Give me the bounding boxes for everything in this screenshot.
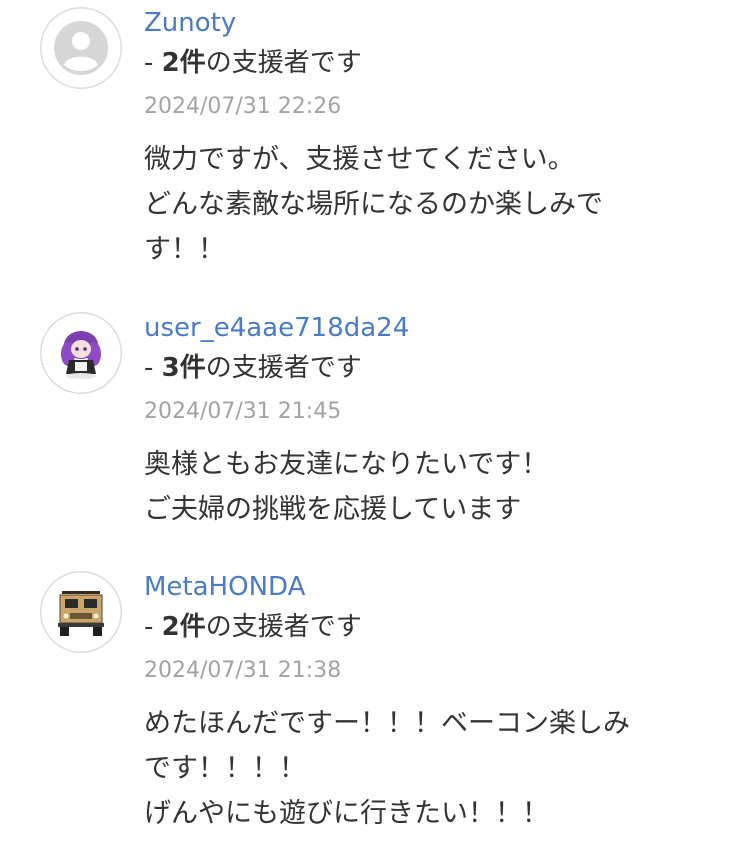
- comment-body: 微力ですが、支援させてください。 どんな素敵な場所になるのか楽しみで す！！: [144, 137, 704, 272]
- comment-line: ご夫婦の挑戦を応援しています: [144, 494, 522, 525]
- supporter-prefix: -: [144, 612, 162, 642]
- comment-content: Zunoty - 2件の支援者です 2024/07/31 22:26 微力ですが…: [144, 7, 734, 272]
- comment-date: 2024/07/31 21:45: [144, 399, 342, 424]
- default-user-icon: [42, 9, 120, 87]
- supporter-prefix: -: [144, 353, 162, 383]
- comment-line: です！！！！: [144, 753, 306, 784]
- supporter-prefix: -: [144, 48, 162, 78]
- comment-line: どんな素敵な場所になるのか楽しみで: [144, 189, 603, 220]
- supporter-info: - 2件の支援者です: [144, 47, 734, 79]
- comment-line: 奥様ともお友達になりたいです！: [144, 449, 549, 480]
- supporter-suffix: の支援者です: [205, 612, 362, 642]
- comment-line: 微力ですが、支援させてください。: [144, 144, 575, 175]
- supporter-suffix: の支援者です: [205, 48, 362, 78]
- username-link[interactable]: user_e4aae718da24: [144, 312, 409, 344]
- username-link[interactable]: MetaHONDA: [144, 571, 305, 603]
- supporter-count: 3件: [161, 353, 206, 383]
- comment-line: げんやにも遊びに行きたい！！！: [144, 798, 549, 829]
- comment-body: 奥様ともお友達になりたいです！ ご夫婦の挑戦を応援しています: [144, 442, 704, 532]
- avatar[interactable]: [40, 7, 122, 89]
- avatar[interactable]: [40, 312, 122, 394]
- username-link[interactable]: Zunoty: [144, 7, 236, 39]
- comment-content: MetaHONDA - 2件の支援者です 2024/07/31 21:38 めた…: [144, 571, 734, 836]
- supporter-count: 2件: [161, 612, 206, 642]
- comment-date: 2024/07/31 21:38: [144, 658, 342, 683]
- comment-line: す！！: [144, 234, 225, 265]
- comment-line: めたほんだですー！！！ベーコン楽しみ: [144, 708, 630, 739]
- comment-content: user_e4aae718da24 - 3件の支援者です 2024/07/31 …: [144, 312, 734, 532]
- supporter-suffix: の支援者です: [205, 353, 362, 383]
- supporter-info: - 2件の支援者です: [144, 611, 734, 643]
- supporter-count: 2件: [161, 48, 206, 78]
- jeep-avatar-icon: [42, 573, 120, 651]
- supporter-info: - 3件の支援者です: [144, 352, 734, 384]
- character-avatar-icon: [42, 314, 120, 392]
- avatar[interactable]: [40, 571, 122, 653]
- comment-body: めたほんだですー！！！ベーコン楽しみ です！！！！ げんやにも遊びに行きたい！！…: [144, 701, 704, 836]
- comment-date: 2024/07/31 22:26: [144, 94, 342, 119]
